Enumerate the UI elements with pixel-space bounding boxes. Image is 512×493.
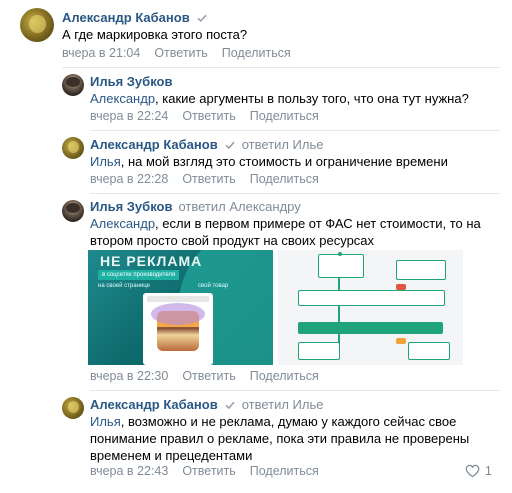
mention-link[interactable]: Александр: [90, 91, 155, 106]
avatar[interactable]: [62, 137, 84, 159]
attachment-card: [143, 293, 213, 365]
mention-link[interactable]: Илья: [90, 154, 121, 169]
comment-time[interactable]: вчера в 22:43: [90, 464, 168, 478]
reply-button[interactable]: Ответить: [182, 109, 235, 123]
comment-text: Илья, возможно и не реклама, думаю у каж…: [90, 414, 470, 463]
share-button[interactable]: Поделиться: [250, 109, 319, 123]
comment-author[interactable]: Илья Зубков: [90, 199, 172, 214]
like-button[interactable]: 1: [465, 463, 492, 478]
divider: [90, 130, 500, 131]
reply-button[interactable]: Ответить: [154, 46, 207, 60]
comment-text: А где маркировка этого поста?: [62, 27, 248, 42]
avatar[interactable]: [62, 397, 84, 419]
attachment-label-left: на своей странице: [98, 283, 150, 289]
avatar[interactable]: [20, 8, 54, 42]
reply-target[interactable]: ответил Илье: [242, 397, 324, 412]
reply-target[interactable]: ответил Илье: [242, 137, 324, 152]
attachment-gallery: НЕ РЕКЛАМА в соцсетях производителя на с…: [88, 250, 463, 365]
verified-icon: [225, 401, 235, 409]
divider: [90, 193, 500, 194]
comment-text: Александр, какие аргументы в пользу того…: [90, 91, 469, 106]
comment-time[interactable]: вчера в 22:24: [90, 109, 168, 123]
verified-icon: [197, 14, 207, 22]
reply-button[interactable]: Ответить: [182, 464, 235, 478]
attachment-image[interactable]: НЕ РЕКЛАМА в соцсетях производителя на с…: [88, 250, 273, 365]
comment-time[interactable]: вчера в 22:30: [90, 369, 168, 383]
comment-author[interactable]: Александр Кабанов: [62, 10, 190, 25]
share-button[interactable]: Поделиться: [250, 172, 319, 186]
comment-time[interactable]: вчера в 21:04: [62, 46, 140, 60]
reply-button[interactable]: Ответить: [182, 172, 235, 186]
mention-link[interactable]: Илья: [90, 414, 121, 429]
attachment-label-right: свой товар: [198, 283, 229, 289]
divider: [90, 390, 500, 391]
attachment-heading: НЕ РЕКЛАМА: [100, 253, 203, 269]
share-button[interactable]: Поделиться: [250, 464, 319, 478]
verified-icon: [225, 141, 235, 149]
heart-icon: [465, 464, 480, 477]
comment-text: Александр, если в первом примере от ФАС …: [90, 216, 481, 248]
avatar[interactable]: [62, 200, 84, 222]
reply-target[interactable]: ответил Александру: [178, 199, 300, 214]
comment-author[interactable]: Александр Кабанов: [90, 137, 218, 152]
share-button[interactable]: Поделиться: [222, 46, 291, 60]
reply-button[interactable]: Ответить: [182, 369, 235, 383]
comment-time[interactable]: вчера в 22:28: [90, 172, 168, 186]
avatar[interactable]: [62, 74, 84, 96]
comment-author[interactable]: Александр Кабанов: [90, 397, 218, 412]
mention-link[interactable]: Александр: [90, 216, 155, 231]
comment-text: Илья, на мой взгляд это стоимость и огра…: [90, 154, 448, 169]
attachment-image[interactable]: [278, 250, 463, 365]
divider: [62, 67, 500, 68]
comment-author[interactable]: Илья Зубков: [90, 74, 172, 89]
like-count: 1: [484, 463, 492, 478]
share-button[interactable]: Поделиться: [250, 369, 319, 383]
attachment-ribbon: в соцсетях производителя: [98, 270, 180, 280]
